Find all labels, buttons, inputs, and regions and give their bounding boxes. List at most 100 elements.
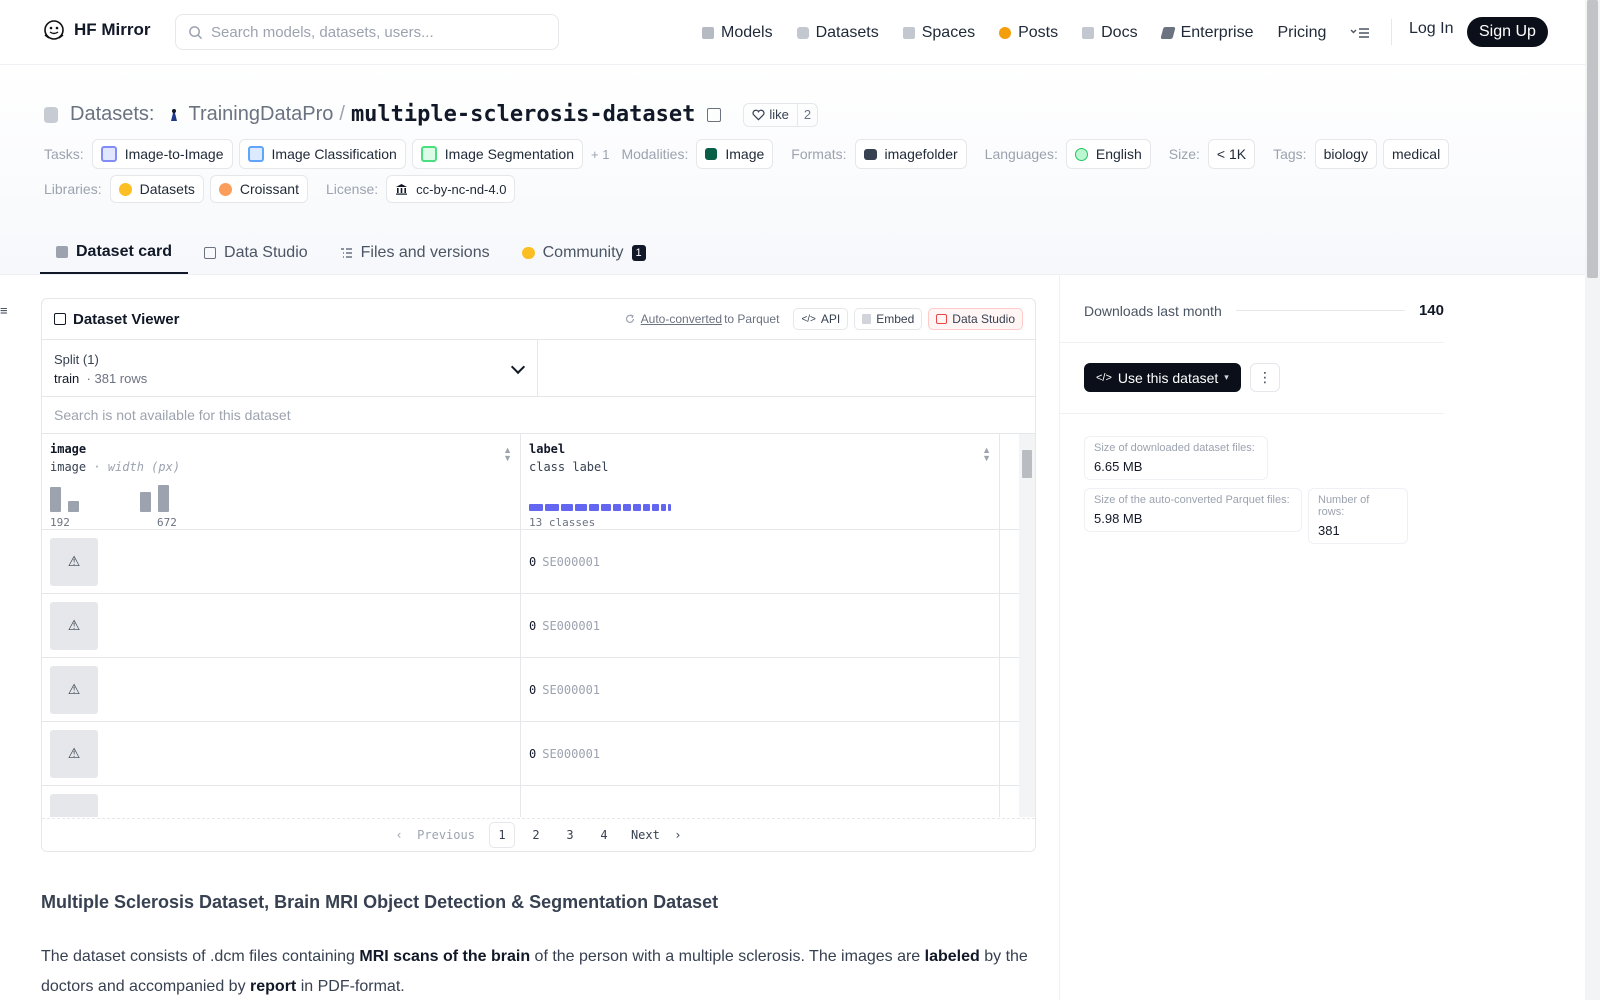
page-3-button[interactable]: 3 — [557, 822, 583, 848]
tag-label: Image Segmentation — [444, 146, 574, 162]
class-distribution-bar — [529, 504, 671, 511]
table-row[interactable]: ⚠ 0 SE000001 — [42, 530, 1035, 594]
table-row[interactable] — [42, 786, 1035, 817]
tab-files-and-versions[interactable]: Files and versions — [324, 232, 506, 274]
nav-pricing[interactable]: Pricing — [1277, 18, 1326, 48]
page-1-button[interactable]: 1 — [488, 822, 515, 848]
page-scrollbar-thumb[interactable] — [1587, 0, 1598, 278]
auto-converted-link[interactable]: Auto-converted — [641, 312, 722, 326]
label-id: 0 — [529, 682, 537, 697]
tag-modality-image[interactable]: Image — [696, 139, 774, 169]
tag-size[interactable]: < 1K — [1207, 139, 1256, 169]
tab-community[interactable]: Community 1 — [506, 232, 662, 274]
split-name: train — [54, 371, 80, 386]
database-icon — [44, 106, 58, 123]
community-count-badge: 1 — [631, 245, 646, 261]
nav-docs[interactable]: Docs — [1082, 18, 1138, 48]
previous-page-button[interactable]: ‹ Previous — [389, 822, 480, 848]
stat-label: Size of the auto-converted Parquet files… — [1094, 494, 1290, 506]
page-scrollbar[interactable] — [1585, 0, 1600, 1000]
brand-logo[interactable]: HF Mirror — [42, 18, 151, 42]
table-row[interactable]: ⚠ 0 SE000001 — [42, 722, 1035, 786]
tag-image-to-image[interactable]: Image-to-Image — [91, 139, 233, 169]
nav-datasets[interactable]: Datasets — [796, 18, 879, 48]
org-link[interactable]: TrainingDataPro — [188, 103, 333, 126]
label-id: 0 — [529, 554, 537, 569]
readme-heading: Multiple Sclerosis Dataset, Brain MRI Ob… — [41, 892, 719, 912]
signup-button[interactable]: Sign Up — [1467, 17, 1548, 47]
next-label: Next — [630, 828, 660, 842]
image-icon — [705, 148, 718, 160]
width-histogram — [50, 484, 190, 512]
broken-image-icon[interactable]: ⚠ — [50, 601, 98, 650]
tag-format-imagefolder[interactable]: imagefolder — [854, 139, 967, 169]
tab-label: Dataset card — [76, 243, 173, 260]
class-segment — [561, 504, 573, 511]
table-row[interactable]: ⚠ 0 SE000001 — [42, 594, 1035, 658]
tag-biology[interactable]: biology — [1314, 139, 1377, 169]
nav-more-menu[interactable] — [1350, 18, 1370, 48]
nav-spaces[interactable]: Spaces — [902, 18, 975, 48]
like-button[interactable]: like 2 — [743, 102, 819, 127]
dataset-viewer: Dataset Viewer Auto-converted to Parquet… — [41, 298, 1036, 852]
column-header-label[interactable]: label class label ▲ ▼ 13 classes — [521, 434, 1000, 529]
column-header-image[interactable]: image image · width (px) ▲ ▼ 192 672 — [42, 434, 521, 529]
label-name: SE000001 — [542, 746, 601, 761]
tag-medical[interactable]: medical — [1382, 139, 1450, 169]
page-4-button[interactable]: 4 — [591, 822, 617, 848]
nav-models[interactable]: Models — [702, 18, 773, 48]
sort-icon[interactable]: ▲ ▼ — [982, 446, 991, 463]
table-row[interactable]: ⚠ 0 SE000001 — [42, 658, 1035, 722]
code-icon: </> — [801, 313, 816, 325]
pagination: ‹ Previous 1 2 3 4 Next › — [42, 818, 1035, 851]
sort-icon[interactable]: ▲ ▼ — [503, 446, 512, 463]
split-selector-row: Split (1) train · 381 rows — [42, 340, 1035, 397]
hf-datasets-icon — [118, 182, 132, 196]
downloads-count: 140 — [1418, 302, 1444, 319]
api-button[interactable]: </> API — [793, 308, 849, 330]
histogram-bar — [68, 501, 79, 512]
global-search[interactable] — [175, 14, 559, 50]
tag-image-classification[interactable]: Image Classification — [238, 139, 406, 169]
libraries-label: Libraries: — [44, 181, 102, 197]
table-scrollbar[interactable] — [1019, 434, 1035, 817]
more-options-button[interactable]: ⋮ — [1250, 363, 1280, 392]
label-cell: 0 SE000001 — [521, 530, 1000, 593]
search-input[interactable] — [211, 23, 541, 41]
tag-image-segmentation[interactable]: Image Segmentation — [411, 139, 583, 169]
login-link[interactable]: Log In — [1409, 20, 1453, 38]
code-icon: </> — [1096, 371, 1112, 384]
tab-data-studio[interactable]: Data Studio — [188, 232, 324, 274]
tab-dataset-card[interactable]: Dataset card — [40, 232, 189, 274]
nav-enterprise[interactable]: Enterprise — [1159, 18, 1253, 48]
table-red-icon — [936, 314, 948, 324]
tasks-more[interactable]: + 1 — [591, 147, 609, 162]
next-page-button[interactable]: Next › — [625, 822, 688, 848]
rows-stat: Number of rows: 381 — [1308, 488, 1408, 544]
broken-image-icon[interactable] — [50, 793, 98, 817]
broken-image-icon[interactable]: ⚠ — [50, 665, 98, 714]
nav-pricing-label: Pricing — [1277, 24, 1327, 41]
data-studio-button[interactable]: Data Studio — [928, 308, 1023, 330]
embed-button[interactable]: Embed — [854, 308, 923, 330]
stat-value: 5.98 MB — [1094, 511, 1143, 526]
broken-image-icon[interactable]: ⚠ — [50, 537, 98, 586]
grid-icon — [902, 27, 915, 39]
toc-toggle-icon[interactable]: ≡ — [0, 303, 8, 318]
nav-posts[interactable]: Posts — [999, 18, 1058, 48]
scrollbar-thumb[interactable] — [1022, 450, 1032, 478]
page-2-button[interactable]: 2 — [523, 822, 549, 848]
copy-icon[interactable] — [707, 107, 722, 122]
tag-license[interactable]: cc-by-nc-nd-4.0 — [386, 175, 516, 203]
tag-library-datasets[interactable]: Datasets — [109, 175, 204, 203]
split-selector[interactable]: Split (1) train · 381 rows — [42, 340, 538, 396]
size-label: Size: — [1168, 146, 1200, 162]
use-this-dataset-button[interactable]: </> Use this dataset ▾ — [1084, 363, 1241, 392]
repo-name[interactable]: multiple-sclerosis-dataset — [351, 102, 695, 127]
nav-posts-label: Posts — [1018, 24, 1059, 41]
tag-library-croissant[interactable]: Croissant — [209, 175, 308, 203]
broken-image-icon[interactable]: ⚠ — [50, 729, 98, 778]
tab-label: Data Studio — [224, 244, 308, 261]
kebab-icon: ⋮ — [1258, 369, 1272, 385]
tag-language-english[interactable]: English — [1065, 139, 1151, 169]
